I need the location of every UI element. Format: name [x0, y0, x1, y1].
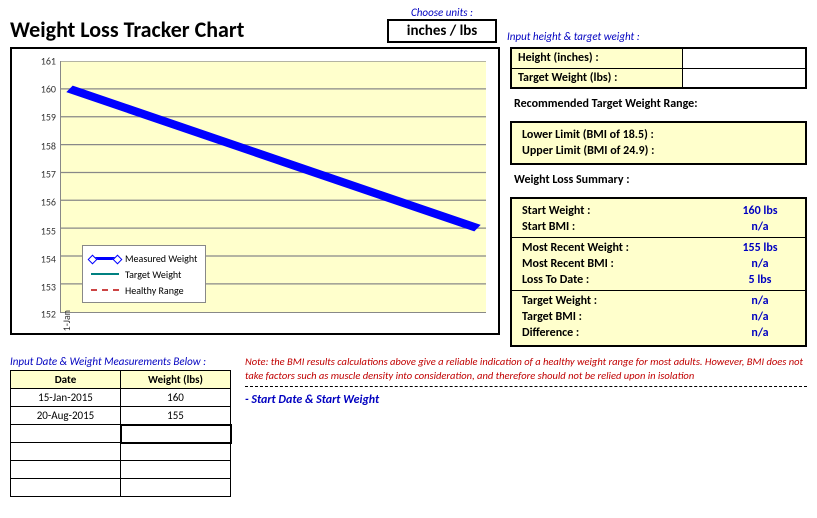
ytick: 161 — [41, 55, 56, 68]
xtick: 1-Jan — [60, 310, 73, 331]
weight-cell[interactable] — [121, 443, 231, 461]
start-bmi-value: n/a — [725, 220, 795, 234]
legend-label: Target Weight — [125, 268, 181, 281]
date-cell[interactable]: 20-Aug-2015 — [11, 407, 121, 425]
ytick: 154 — [41, 253, 56, 266]
difference-label: Difference : — [522, 326, 579, 340]
target-weight2-label: Target Weight : — [522, 294, 597, 308]
loss-value: 5 lbs — [725, 273, 795, 287]
weight-cell[interactable] — [121, 425, 231, 443]
table-row: 15-Jan-2015160 — [11, 389, 231, 407]
bmi-note: Note: the BMI results calculations above… — [245, 355, 807, 382]
table-row — [11, 461, 231, 479]
target-weight2-value: n/a — [725, 294, 795, 308]
date-cell[interactable] — [11, 461, 121, 479]
col-weight: Weight (lbs) — [121, 371, 231, 389]
range-header: Recommended Target Weight Range: — [510, 95, 807, 115]
ytick: 157 — [41, 168, 56, 181]
start-weight-value: 160 lbs — [725, 204, 795, 218]
ytick: 152 — [41, 308, 56, 321]
measurements-table: DateWeight (lbs) 15-Jan-2015160 20-Aug-2… — [10, 370, 231, 497]
ytick: 156 — [41, 196, 56, 209]
target-weight-label: Target Weight (lbs) : — [511, 68, 682, 88]
page-title: Weight Loss Tracker Chart — [10, 16, 244, 43]
start-bmi-label: Start BMI : — [522, 220, 575, 234]
recent-bmi-label: Most Recent BMI : — [522, 257, 614, 271]
chart-area: 161 160 159 158 157 156 155 154 153 152 … — [10, 47, 500, 335]
date-cell[interactable] — [11, 425, 121, 443]
start-weight-label: Start Weight : — [522, 204, 590, 218]
date-cell[interactable] — [11, 479, 121, 497]
ytick: 159 — [41, 111, 56, 124]
upper-limit-label: Upper Limit (BMI of 24.9) : — [522, 144, 654, 158]
table-prompt: Input Date & Weight Measurements Below : — [10, 355, 231, 368]
lower-limit-label: Lower Limit (BMI of 18.5) : — [522, 128, 654, 142]
divider — [245, 386, 807, 387]
target-bmi-value: n/a — [725, 310, 795, 324]
units-select[interactable]: inches / lbs — [387, 19, 497, 43]
table-row — [11, 479, 231, 497]
summary-header: Weight Loss Summary : — [510, 171, 807, 191]
height-target-inputs: Height (inches) : Target Weight (lbs) : — [510, 47, 807, 89]
height-input[interactable] — [682, 48, 806, 68]
start-date-label: - Start Date & Start Weight — [245, 393, 807, 407]
legend-label: Healthy Range — [125, 284, 184, 297]
ytick: 160 — [41, 83, 56, 96]
inputs-header: Input height & target weight : — [507, 30, 807, 43]
date-cell[interactable] — [11, 443, 121, 461]
loss-label: Loss To Date : — [522, 273, 589, 287]
target-weight-input[interactable] — [682, 68, 806, 88]
chart-legend: Measured Weight Target Weight Healthy Ra… — [82, 245, 206, 303]
weight-cell[interactable]: 160 — [121, 389, 231, 407]
weight-cell[interactable] — [121, 461, 231, 479]
weight-cell[interactable]: 155 — [121, 407, 231, 425]
recent-bmi-value: n/a — [725, 257, 795, 271]
legend-label: Measured Weight — [125, 252, 197, 265]
table-row — [11, 443, 231, 461]
height-label: Height (inches) : — [511, 48, 682, 68]
difference-value: n/a — [725, 326, 795, 340]
table-row: 20-Aug-2015155 — [11, 407, 231, 425]
summary-box: Start Weight : 160 lbs Start BMI : n/a Mos… — [510, 197, 807, 347]
recent-weight-value: 155 lbs — [725, 241, 795, 255]
target-bmi-label: Target BMI : — [522, 310, 582, 324]
ytick: 158 — [41, 140, 56, 153]
ytick: 155 — [41, 225, 56, 238]
date-cell[interactable]: 15-Jan-2015 — [11, 389, 121, 407]
col-date: Date — [11, 371, 121, 389]
ytick: 153 — [41, 281, 56, 294]
units-prompt: Choose units : — [411, 6, 473, 19]
range-box: Lower Limit (BMI of 18.5) : Upper Limit … — [510, 121, 807, 165]
recent-weight-label: Most Recent Weight : — [522, 241, 629, 255]
weight-cell[interactable] — [121, 479, 231, 497]
table-row — [11, 425, 231, 443]
